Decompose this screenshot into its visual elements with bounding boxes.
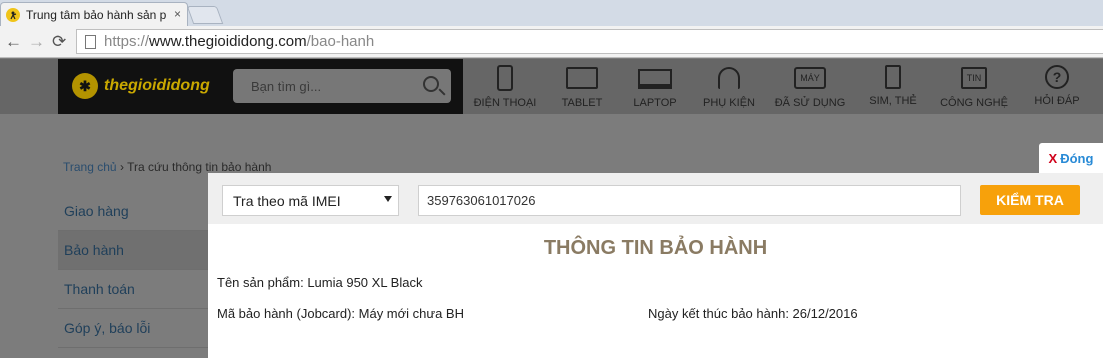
tablet-icon [566,67,598,89]
page-icon [85,34,96,49]
url-scheme: https:// [104,33,150,50]
logo-area: ✱ thegioididong Bạn tìm gì... [58,59,463,114]
search-icon[interactable] [423,76,439,92]
back-arrow-icon[interactable]: ← [5,32,22,52]
site-search-placeholder: Bạn tìm gì... [251,78,322,94]
browser-tab-strip: Trung tâm bảo hành sản p × [0,0,1103,26]
nav-item-dien-thoai[interactable]: ĐIỆN THOẠI [471,65,539,109]
chevron-down-icon [384,196,392,202]
tab-close-icon[interactable]: × [174,7,181,21]
laptop-icon [638,69,672,89]
site-search-box[interactable]: Bạn tìm gì... [233,69,451,103]
close-label: Đóng [1060,150,1094,166]
used-device-icon: MÁY [794,67,826,89]
url-bar[interactable]: https://www.thegioididong.com/bao-hanh [76,29,1103,54]
reload-icon[interactable]: ⟳ [52,32,66,52]
breadcrumb-current: Tra cứu thông tin bảo hành [127,160,272,174]
warranty-modal: Tra theo mã IMEI KIỂM TRA THÔNG TIN BẢO … [208,173,1103,358]
headphones-icon [718,67,740,89]
sim-icon [885,65,901,89]
nav-item-tablet[interactable]: TABLET [552,65,612,109]
check-button[interactable]: KIỂM TRA [980,185,1080,215]
site-favicon-icon [6,7,20,22]
nav-item-da-su-dung[interactable]: MÁY ĐÃ SỬ DỤNG [772,65,848,109]
address-toolbar: ← → ⟳ https://www.thegioididong.com/bao-… [0,26,1103,58]
nav-label: ĐÃ SỬ DỤNG [774,97,846,109]
tab-title: Trung tâm bảo hành sản p [26,7,167,22]
sidebar-item-thanh-toan[interactable]: Thanh toán [58,270,208,309]
imei-input[interactable] [418,185,961,216]
nav-item-laptop[interactable]: LAPTOP [626,65,684,109]
new-tab-button[interactable] [186,6,224,24]
url-text: https://www.thegioididong.com/bao-hanh [104,33,374,50]
site-header: ✱ thegioididong Bạn tìm gì... ĐIỆN THOẠI… [0,59,1103,114]
nav-label: TABLET [561,97,603,109]
warranty-info-title: THÔNG TIN BẢO HÀNH [543,237,768,259]
url-host: www.thegioididong.com [149,33,307,50]
breadcrumb: Trang chủ › Tra cứu thông tin bảo hành [63,160,271,174]
forward-arrow-icon[interactable]: → [28,32,45,52]
close-icon: X [1048,150,1058,166]
nav-item-hoi-dap[interactable]: ? HỎI ĐÁP [1028,65,1086,107]
jobcard-info: Mã bảo hành (Jobcard): Máy mới chưa BH [217,306,464,321]
nav-label: LAPTOP [633,97,677,109]
nav-label: ĐIỆN THOẠI [473,97,537,109]
browser-tab[interactable]: Trung tâm bảo hành sản p × [0,2,188,26]
warranty-end-date: Ngày kết thúc bảo hành: 26/12/2016 [648,306,858,321]
nav-label: SIM, THẺ [869,95,917,107]
sidebar: Giao hàng Bảo hành Thanh toán Góp ý, báo… [58,192,208,348]
close-modal-button[interactable]: X Đóng [1039,143,1103,173]
lookup-type-select[interactable]: Tra theo mã IMEI [222,185,399,216]
nav-item-sim-the[interactable]: SIM, THẺ [864,65,922,107]
news-icon: TIN [961,67,987,89]
nav-label: PHỤ KIỆN [703,97,755,109]
breadcrumb-home-link[interactable]: Trang chủ [63,160,117,174]
nav-label: CÔNG NGHỆ [940,97,1008,109]
breadcrumb-separator: › [119,160,124,174]
nav-item-cong-nghe[interactable]: TIN CÔNG NGHỆ [936,65,1012,109]
lookup-bar: Tra theo mã IMEI KIỂM TRA [208,173,1103,224]
nav-label: HỎI ĐÁP [1034,95,1080,107]
sidebar-item-gop-y[interactable]: Góp ý, báo lỗi [58,309,208,348]
url-path: /bao-hanh [306,33,375,50]
lookup-type-value: Tra theo mã IMEI [233,192,341,209]
nav-item-phu-kien[interactable]: PHỤ KIỆN [698,65,760,109]
question-icon: ? [1045,65,1069,89]
product-name: Tên sản phẩm: Lumia 950 XL Black [217,275,423,290]
sidebar-item-bao-hanh[interactable]: Bảo hành [58,231,208,270]
phone-icon [497,65,513,91]
sidebar-item-giao-hang[interactable]: Giao hàng [58,192,208,231]
site-logo-text[interactable]: thegioididong [104,77,210,95]
logo-icon[interactable]: ✱ [72,73,98,99]
